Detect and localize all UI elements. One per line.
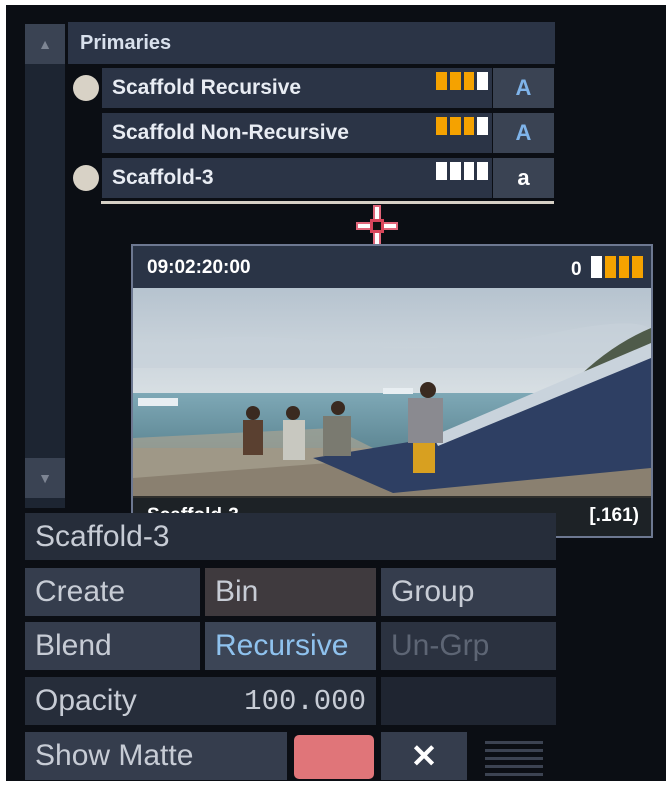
opacity-field[interactable]: Opacity 100.000 [25,677,376,725]
scroll-up-button[interactable]: ▲ [25,24,65,64]
preview-header: 09:02:20:00 0 [133,246,651,288]
preview-track-number: 0 [571,259,582,280]
ungroup-button[interactable]: Un-Grp [381,622,556,670]
create-button[interactable]: Create [25,568,200,616]
opacity-label: Opacity [35,684,137,717]
matte-color-swatch[interactable] [294,735,374,779]
tree-row-label: Scaffold-3 [112,166,214,189]
tree-group-label: Primaries [80,31,172,54]
blend-button[interactable]: Blend [25,622,200,670]
row-visibility-dot[interactable] [73,75,99,101]
selection-underline [101,201,554,204]
show-matte-button[interactable]: Show Matte [25,732,287,780]
triangle-down-icon: ▼ [38,470,52,486]
layer-name-field[interactable]: Scaffold-3 [25,513,556,560]
preview-frame-info: [.161) [589,505,639,526]
blend-mode-toggle[interactable]: A [493,113,554,153]
level-bars-icon [436,72,488,90]
level-bars-icon [591,256,643,278]
close-icon: ✕ [410,738,438,774]
opacity-value[interactable]: 100.000 [244,685,366,718]
drag-handle-icon[interactable] [485,739,543,777]
tree-scrollbar[interactable] [25,24,65,508]
group-button[interactable]: Group [381,568,556,616]
level-bars-icon [436,162,488,180]
tree-row-label: Scaffold Recursive [112,76,302,99]
triangle-up-icon: ▲ [38,36,52,52]
recursive-toggle[interactable]: Recursive [205,622,376,670]
clip-preview-popup: 09:02:20:00 0 Sca [131,244,653,538]
scroll-down-button[interactable]: ▼ [25,458,65,498]
blend-mode-toggle[interactable]: A [493,68,554,108]
empty-slot [381,677,556,725]
tree-group-primaries[interactable]: Primaries [68,22,555,64]
tree-row-scaffold-recursive[interactable]: Scaffold Recursive [102,68,492,108]
tree-row-label: Scaffold Non-Recursive [112,121,349,144]
level-bars-icon [436,117,488,135]
bin-button[interactable]: Bin [205,568,376,616]
tree-row-scaffold-3[interactable]: Scaffold-3 [102,158,492,198]
preview-thumbnail [133,288,651,498]
blend-mode-toggle[interactable]: a [493,158,554,198]
row-visibility-dot[interactable] [73,165,99,191]
clear-matte-button[interactable]: ✕ [381,732,467,780]
preview-timecode: 09:02:20:00 [147,257,251,278]
drop-target-crosshair-icon [356,205,398,247]
tree-row-scaffold-non-recursive[interactable]: Scaffold Non-Recursive [102,113,492,153]
